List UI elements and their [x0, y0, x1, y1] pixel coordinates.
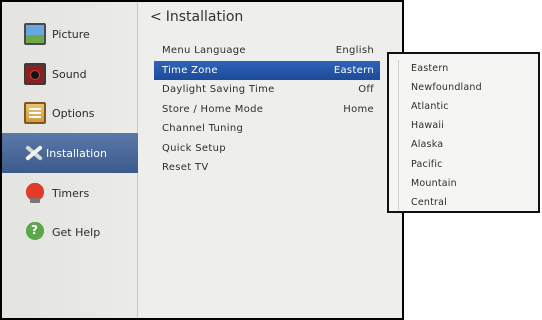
time-zone-option[interactable]: Atlantic [389, 97, 538, 116]
time-zone-option[interactable]: Newfoundland [389, 78, 538, 97]
page-title: < Installation [150, 9, 243, 25]
sidebar-item-label: Options [52, 106, 95, 120]
time-zone-option[interactable]: Mountain [389, 174, 538, 193]
menu-row-label: Daylight Saving Time [162, 84, 275, 96]
menu-row-label: Quick Setup [162, 142, 226, 154]
sidebar-item-timers[interactable]: Timers [2, 174, 138, 212]
menu-row-label: Store / Home Mode [162, 103, 264, 115]
time-zone-option[interactable]: Eastern [389, 59, 538, 78]
speaker-icon [24, 63, 46, 85]
tv-screen-frame: Picture Sound Options Installation Timer… [0, 0, 404, 320]
sidebar-item-sound[interactable]: Sound [2, 55, 138, 93]
menu-row-label: Channel Tuning [162, 123, 244, 135]
picture-icon [24, 23, 46, 45]
sidebar-item-get-help[interactable]: Get Help [2, 213, 138, 251]
menu-row-quick-setup[interactable]: Quick Setup [154, 139, 380, 159]
sidebar-item-picture[interactable]: Picture [2, 15, 138, 53]
sidebar-item-installation[interactable]: Installation [2, 133, 138, 173]
menu-row-menu-language[interactable]: Menu Language English [154, 41, 380, 61]
menu-row-value: Eastern [333, 64, 374, 76]
menu-row-time-zone[interactable]: Time Zone Eastern [154, 60, 380, 80]
menu-row-channel-tuning[interactable]: Channel Tuning [154, 119, 380, 139]
menu-row-value: English [335, 45, 374, 57]
menu-row-daylight-saving-time[interactable]: Daylight Saving Time Off [154, 80, 380, 100]
sidebar-item-label: Timers [52, 186, 90, 200]
sidebar-item-label: Installation [46, 146, 107, 160]
divider [398, 60, 399, 210]
time-zone-option[interactable]: Hawaii [389, 116, 538, 135]
menu-row-reset-tv[interactable]: Reset TV [154, 158, 380, 178]
menu-row-label: Reset TV [162, 162, 209, 174]
sidebar-item-options[interactable]: Options [2, 94, 138, 132]
menu-row-value: Home [343, 103, 374, 115]
back-chevron-icon[interactable]: < [150, 9, 162, 25]
sidebar-item-label: Get Help [52, 225, 101, 239]
sidebar-item-label: Sound [52, 67, 87, 81]
tv-screen: Picture Sound Options Installation Timer… [2, 2, 402, 318]
time-zone-dropdown: Eastern Newfoundland Atlantic Hawaii Ala… [387, 52, 540, 213]
tools-icon [22, 142, 44, 164]
timer-icon [24, 182, 46, 204]
menu-row-label: Time Zone [162, 64, 218, 76]
options-icon [24, 102, 46, 124]
menu-row-label: Menu Language [162, 45, 246, 57]
time-zone-option[interactable]: Central [389, 193, 538, 212]
installation-menu: Menu Language English Time Zone Eastern … [154, 41, 380, 178]
sidebar-item-label: Picture [52, 27, 90, 41]
menu-row-store-home-mode[interactable]: Store / Home Mode Home [154, 100, 380, 120]
help-icon [24, 221, 46, 243]
sidebar: Picture Sound Options Installation Timer… [2, 2, 138, 318]
menu-row-value: Off [358, 84, 374, 96]
time-zone-option[interactable]: Pacific [389, 154, 538, 173]
page-title-text: Installation [165, 9, 244, 25]
time-zone-option[interactable]: Alaska [389, 135, 538, 154]
